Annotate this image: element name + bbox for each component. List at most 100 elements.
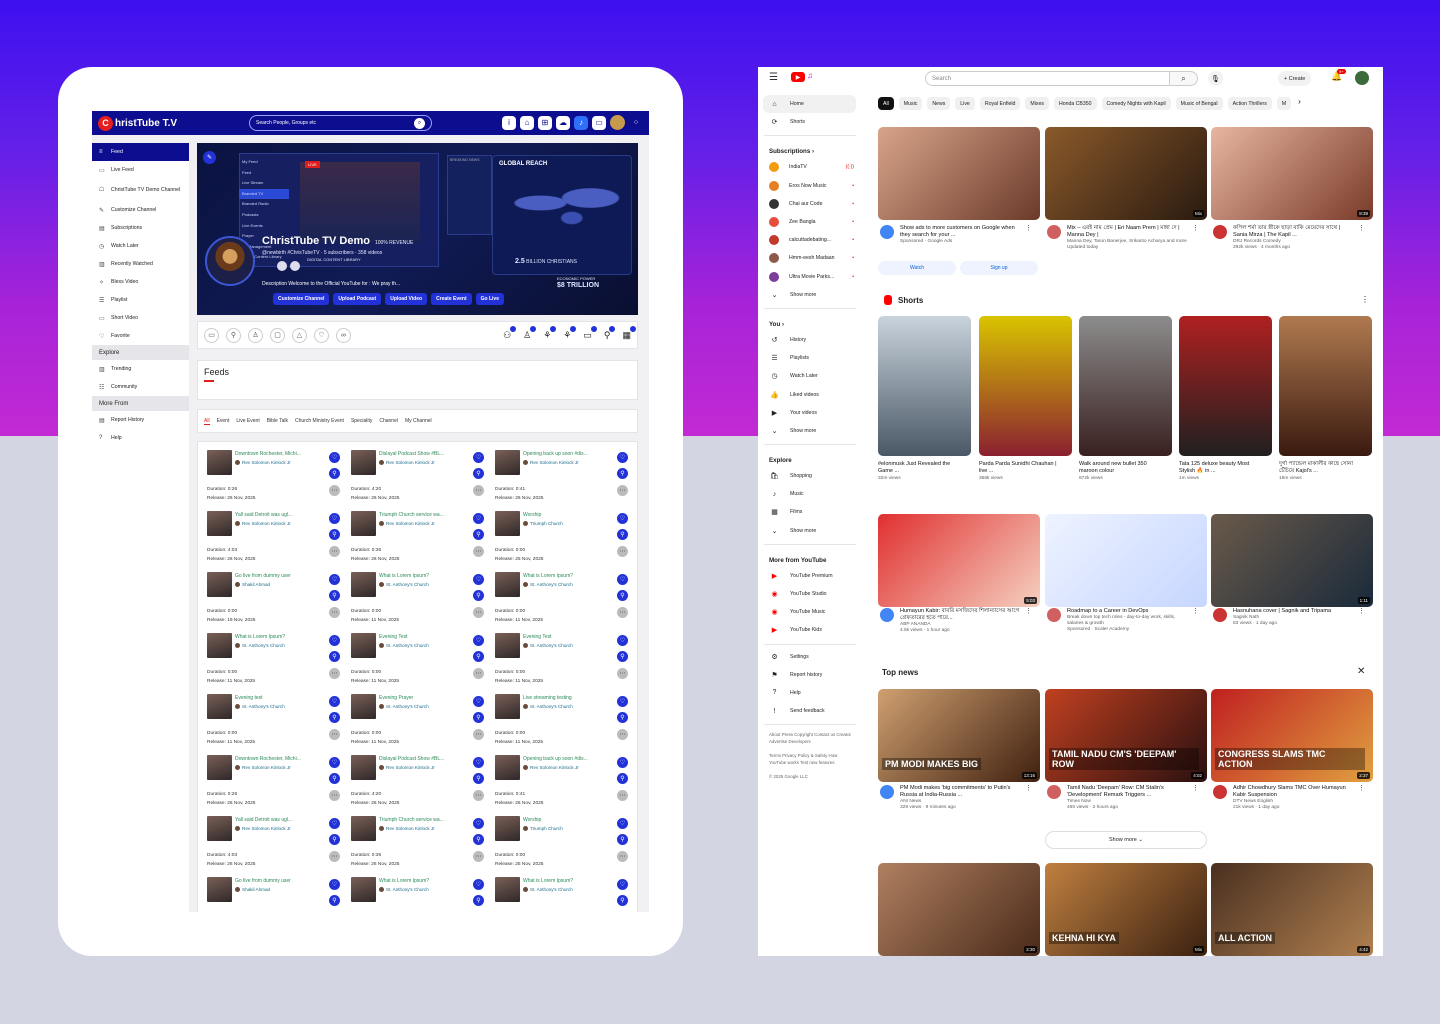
video-title[interactable]: Adhir Chowdhury Slams TMC Over Humayun K… [1233, 785, 1355, 799]
favorite-icon[interactable]: ♡ [473, 757, 484, 768]
filter-chip[interactable]: All [878, 97, 894, 110]
video-thumbnail[interactable]: 5:03 [878, 514, 1040, 607]
video-thumbnail[interactable]: 2:30 [878, 863, 1040, 956]
video-thumbnail[interactable]: PM MODI MAKES BIG 13:16 [878, 689, 1040, 782]
feed-card-author[interactable]: St. Anthony's Church [235, 704, 285, 709]
chat-icon[interactable]: ▭ [592, 115, 606, 130]
feed-card[interactable]: Evening Prayer St. Anthony's Church Durati… [351, 694, 495, 755]
feed-card-author[interactable]: Shakil Ahmad [235, 887, 270, 892]
chevron-right-icon[interactable]: › [1298, 97, 1301, 111]
feed-card-title[interactable]: Triumph Church service wa... [379, 817, 465, 823]
feed-card-author[interactable]: Rev Solomon Kinlock Jr [235, 460, 291, 465]
feed-card-title[interactable]: Opening back up soon #dis... [523, 451, 609, 457]
feed-card-title[interactable]: What is Lorem Ipsum? [379, 573, 465, 579]
feed-card-author[interactable]: St. Anthony's Church [379, 887, 429, 892]
feed-card-author[interactable]: St. Anthony's Church [523, 887, 573, 892]
more-options-icon[interactable]: ⋯ [329, 485, 340, 496]
create-button[interactable]: + Create [1278, 71, 1312, 86]
feed-card[interactable]: Evening test St. Anthony's Church Duration… [207, 694, 351, 755]
feed-card-author[interactable]: Rev Solomon Kinlock Jr [235, 826, 291, 831]
feed-card-author[interactable]: Triumph Church [523, 826, 563, 831]
video-title[interactable]: Hasnuhana cover | Sagnik and Tripama [1233, 608, 1355, 615]
mic-icon[interactable]: 🎙 [1208, 71, 1223, 86]
sidebar-item[interactable]: ▭ Live Feed [92, 161, 189, 179]
feed-card-title[interactable]: Worship [523, 817, 609, 823]
more-options-icon[interactable]: ⋯ [329, 668, 340, 679]
you-heading[interactable]: You › [758, 312, 866, 331]
yt-sidebar-item[interactable]: ⌂ Home [763, 95, 856, 114]
video-icon[interactable]: ▭ [204, 327, 219, 343]
yt-sidebar-item[interactable]: ▦ Films [758, 503, 866, 521]
pray-icon[interactable]: ⚲ [329, 712, 340, 723]
more-options-icon[interactable]: ⋯ [473, 851, 484, 862]
feed-card-title[interactable]: Go live from dummy user [235, 573, 321, 579]
video-channel[interactable]: Sponsored · Google Ads [900, 239, 1022, 245]
video-title[interactable]: Tamil Nadu 'Deepam' Row: CM Stalin's 'De… [1067, 785, 1189, 799]
feed-card-title[interactable]: Opening back up soon #dis... [523, 756, 609, 762]
filter-chip[interactable]: Music [898, 97, 923, 110]
feed-card-author[interactable]: Rev Solomon Kinlock Jr [523, 765, 579, 770]
feed-card-title[interactable]: Evening Test [523, 634, 609, 640]
feed-card[interactable]: Go live from dummy user Shakil Ahmad Durat… [207, 572, 351, 633]
favorite-icon[interactable]: ♡ [473, 879, 484, 890]
feed-tab[interactable]: Event [217, 418, 230, 424]
feed-card[interactable]: What is Lorem Ipsum? St. Anthony's Church… [495, 877, 639, 912]
short-title[interactable]: Parda Parda Sunidhi Chauhan | live ... [979, 461, 1065, 475]
bell-icon[interactable]: ♪ [574, 115, 588, 130]
favorite-icon[interactable]: ♡ [473, 635, 484, 646]
short-thumbnail[interactable] [1179, 316, 1272, 456]
sign-up-button[interactable]: Sign up [960, 261, 1038, 275]
apps-icon[interactable]: ⁘ [629, 116, 643, 130]
more-options-icon[interactable]: ⋯ [617, 851, 628, 862]
feed-card[interactable]: Triumph Church service wa... Rev Solomon … [351, 511, 495, 572]
feed-card-thumbnail[interactable] [207, 694, 232, 719]
pray-icon[interactable]: ⚲ [329, 590, 340, 601]
feed-tab[interactable]: My Channel [405, 418, 432, 424]
sidebar-item[interactable]: ▥ Recently Watched [92, 255, 189, 273]
footer-links[interactable]: Terms Privacy Policy & Safety How YouTub… [758, 749, 866, 770]
channel-avatar[interactable] [1213, 608, 1227, 622]
sidebar-item[interactable]: ≡ Feed [92, 143, 189, 161]
feed-card[interactable]: Triumph Church service wa... Rev Solomon … [351, 816, 495, 877]
video-title[interactable]: কপিল শর্মা তার স্ত্রীকে ছাড়া বাকি মেয়ে… [1233, 225, 1355, 239]
feed-card-title[interactable]: Yall said Detroit was ugl... [235, 817, 321, 823]
feed-card-thumbnail[interactable] [207, 511, 232, 536]
yt-sidebar-item[interactable]: ⟳ Shorts [758, 113, 866, 131]
feed-card-thumbnail[interactable] [351, 816, 376, 841]
more-options-icon[interactable]: ⋮ [1358, 785, 1365, 792]
warning-icon[interactable]: △ [292, 327, 307, 343]
show-more-button[interactable]: Show more ⌄ [1045, 831, 1207, 849]
yt-sidebar-item[interactable]: ▶ YouTube Premium [758, 567, 866, 585]
favorite-icon[interactable]: ♡ [617, 696, 628, 707]
feed-card-author[interactable]: St. Anthony's Church [523, 582, 573, 587]
walk-stat-icon[interactable]: ⚘ [543, 325, 557, 341]
feed-card-author[interactable]: St. Anthony's Church [523, 643, 573, 648]
pray-icon[interactable]: ⚲ [617, 529, 628, 540]
feed-card-title[interactable]: Go live from dummy user [235, 878, 321, 884]
feed-card-thumbnail[interactable] [351, 633, 376, 658]
sidebar-item[interactable]: ◷ Watch Later [92, 237, 189, 255]
feed-card[interactable]: What is Lorem Ipsum? St. Anthony's Church… [351, 572, 495, 633]
pray-icon[interactable]: ⚲ [329, 468, 340, 479]
favorite-icon[interactable]: ♡ [329, 635, 340, 646]
feed-card[interactable]: Downtown Rochester, Michi... Rev Solomon … [207, 755, 351, 816]
feed-card-author[interactable]: Triumph Church [523, 521, 563, 526]
feed-card-thumbnail[interactable] [495, 816, 520, 841]
feed-card-author[interactable]: St. Anthony's Church [379, 643, 429, 648]
feed-card-thumbnail[interactable] [495, 877, 520, 902]
more-options-icon[interactable]: ⋮ [1192, 225, 1199, 232]
channel-avatar[interactable] [1047, 225, 1061, 239]
search-icon[interactable]: ⌕ [414, 117, 425, 129]
filter-chip[interactable]: Honda CB350 [1053, 97, 1097, 110]
subscription-item[interactable]: ⌄ Show more [758, 286, 866, 304]
feed-card-title[interactable]: Downtown Rochester, Michi... [235, 756, 321, 762]
feed-tab[interactable]: Channel [379, 418, 398, 424]
channel-action-button[interactable]: Customize Channel [273, 293, 330, 305]
yt-sidebar-item[interactable]: ! Send feedback [758, 702, 866, 720]
yt-sidebar-item[interactable]: ⌄ Show more [758, 422, 866, 440]
feed-card[interactable]: Dislayal Podcast Show #BL... Rev Solomon … [351, 450, 495, 511]
short-thumbnail[interactable] [878, 316, 971, 456]
more-options-icon[interactable]: ⋯ [473, 668, 484, 679]
feed-card[interactable]: Yall said Detroit was ugl... Rev Solomon … [207, 511, 351, 572]
favorite-icon[interactable]: ♡ [473, 574, 484, 585]
